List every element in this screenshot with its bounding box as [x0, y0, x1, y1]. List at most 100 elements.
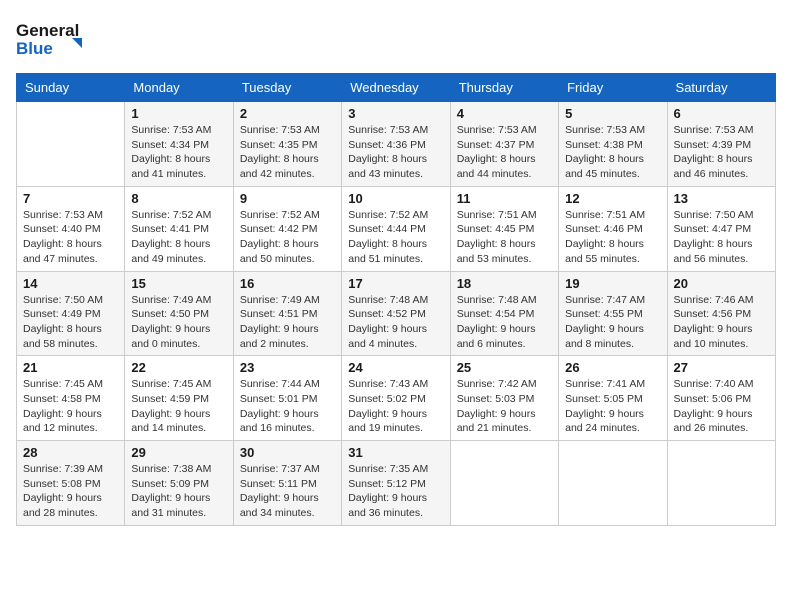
day-number: 15 — [131, 276, 226, 291]
day-detail: Sunrise: 7:53 AM Sunset: 4:35 PM Dayligh… — [240, 123, 335, 182]
day-detail: Sunrise: 7:38 AM Sunset: 5:09 PM Dayligh… — [131, 462, 226, 521]
day-cell: 19 Sunrise: 7:47 AM Sunset: 4:55 PM Dayli… — [559, 271, 667, 356]
day-number: 5 — [565, 106, 660, 121]
day-detail: Sunrise: 7:52 AM Sunset: 4:42 PM Dayligh… — [240, 208, 335, 267]
day-detail: Sunrise: 7:53 AM Sunset: 4:34 PM Dayligh… — [131, 123, 226, 182]
day-number: 21 — [23, 360, 118, 375]
day-number: 29 — [131, 445, 226, 460]
day-cell: 25 Sunrise: 7:42 AM Sunset: 5:03 PM Dayli… — [450, 356, 558, 441]
day-cell: 23 Sunrise: 7:44 AM Sunset: 5:01 PM Dayli… — [233, 356, 341, 441]
day-cell: 2 Sunrise: 7:53 AM Sunset: 4:35 PM Daylig… — [233, 102, 341, 187]
day-number: 8 — [131, 191, 226, 206]
column-header-friday: Friday — [559, 74, 667, 102]
day-number: 2 — [240, 106, 335, 121]
day-detail: Sunrise: 7:45 AM Sunset: 4:59 PM Dayligh… — [131, 377, 226, 436]
week-row-4: 21 Sunrise: 7:45 AM Sunset: 4:58 PM Dayli… — [17, 356, 776, 441]
day-cell — [17, 102, 125, 187]
day-cell: 29 Sunrise: 7:38 AM Sunset: 5:09 PM Dayli… — [125, 441, 233, 526]
day-cell: 16Sunrise: 7:49 AM Sunset: 4:51 PM Dayli… — [233, 271, 341, 356]
day-number: 13 — [674, 191, 769, 206]
column-header-sunday: Sunday — [17, 74, 125, 102]
day-cell: 30Sunrise: 7:37 AM Sunset: 5:11 PM Dayli… — [233, 441, 341, 526]
day-number: 23 — [240, 360, 335, 375]
day-number: 7 — [23, 191, 118, 206]
day-cell — [559, 441, 667, 526]
day-cell: 31 Sunrise: 7:35 AM Sunset: 5:12 PM Dayli… — [342, 441, 450, 526]
day-detail: Sunrise: 7:45 AM Sunset: 4:58 PM Dayligh… — [23, 377, 118, 436]
day-cell: 21 Sunrise: 7:45 AM Sunset: 4:58 PM Dayli… — [17, 356, 125, 441]
day-cell: 9 Sunrise: 7:52 AM Sunset: 4:42 PM Daylig… — [233, 186, 341, 271]
day-detail: Sunrise: 7:53 AM Sunset: 4:40 PM Dayligh… — [23, 208, 118, 267]
day-cell: 3Sunrise: 7:53 AM Sunset: 4:36 PM Daylig… — [342, 102, 450, 187]
day-detail: Sunrise: 7:48 AM Sunset: 4:52 PM Dayligh… — [348, 293, 443, 352]
page-header: GeneralBlue — [16, 16, 776, 61]
day-cell: 8 Sunrise: 7:52 AM Sunset: 4:41 PM Daylig… — [125, 186, 233, 271]
day-number: 26 — [565, 360, 660, 375]
day-number: 27 — [674, 360, 769, 375]
day-detail: Sunrise: 7:52 AM Sunset: 4:41 PM Dayligh… — [131, 208, 226, 267]
day-detail: Sunrise: 7:46 AM Sunset: 4:56 PM Dayligh… — [674, 293, 769, 352]
day-cell: 15 Sunrise: 7:49 AM Sunset: 4:50 PM Dayli… — [125, 271, 233, 356]
day-detail: Sunrise: 7:48 AM Sunset: 4:54 PM Dayligh… — [457, 293, 552, 352]
day-number: 16 — [240, 276, 335, 291]
day-detail: Sunrise: 7:35 AM Sunset: 5:12 PM Dayligh… — [348, 462, 443, 521]
day-cell — [450, 441, 558, 526]
column-header-monday: Monday — [125, 74, 233, 102]
day-number: 9 — [240, 191, 335, 206]
day-cell: 7 Sunrise: 7:53 AM Sunset: 4:40 PM Daylig… — [17, 186, 125, 271]
day-number: 25 — [457, 360, 552, 375]
day-number: 11 — [457, 191, 552, 206]
day-detail: Sunrise: 7:41 AM Sunset: 5:05 PM Dayligh… — [565, 377, 660, 436]
day-cell: 14Sunrise: 7:50 AM Sunset: 4:49 PM Dayli… — [17, 271, 125, 356]
day-detail: Sunrise: 7:42 AM Sunset: 5:03 PM Dayligh… — [457, 377, 552, 436]
day-cell: 11 Sunrise: 7:51 AM Sunset: 4:45 PM Dayli… — [450, 186, 558, 271]
day-cell: 26 Sunrise: 7:41 AM Sunset: 5:05 PM Dayli… — [559, 356, 667, 441]
header-row: SundayMondayTuesdayWednesdayThursdayFrid… — [17, 74, 776, 102]
day-detail: Sunrise: 7:53 AM Sunset: 4:37 PM Dayligh… — [457, 123, 552, 182]
column-header-wednesday: Wednesday — [342, 74, 450, 102]
day-detail: Sunrise: 7:44 AM Sunset: 5:01 PM Dayligh… — [240, 377, 335, 436]
day-cell: 6 Sunrise: 7:53 AM Sunset: 4:39 PM Daylig… — [667, 102, 775, 187]
day-cell: 22Sunrise: 7:45 AM Sunset: 4:59 PM Dayli… — [125, 356, 233, 441]
day-cell: 12Sunrise: 7:51 AM Sunset: 4:46 PM Dayli… — [559, 186, 667, 271]
day-number: 6 — [674, 106, 769, 121]
column-header-thursday: Thursday — [450, 74, 558, 102]
day-number: 20 — [674, 276, 769, 291]
day-cell: 5 Sunrise: 7:53 AM Sunset: 4:38 PM Daylig… — [559, 102, 667, 187]
day-detail: Sunrise: 7:53 AM Sunset: 4:38 PM Dayligh… — [565, 123, 660, 182]
day-detail: Sunrise: 7:43 AM Sunset: 5:02 PM Dayligh… — [348, 377, 443, 436]
day-cell: 24 Sunrise: 7:43 AM Sunset: 5:02 PM Dayli… — [342, 356, 450, 441]
day-cell: 4 Sunrise: 7:53 AM Sunset: 4:37 PM Daylig… — [450, 102, 558, 187]
svg-text:General: General — [16, 21, 79, 40]
day-number: 30 — [240, 445, 335, 460]
svg-text:Blue: Blue — [16, 39, 53, 58]
day-number: 12 — [565, 191, 660, 206]
day-number: 24 — [348, 360, 443, 375]
day-detail: Sunrise: 7:51 AM Sunset: 4:45 PM Dayligh… — [457, 208, 552, 267]
week-row-2: 7 Sunrise: 7:53 AM Sunset: 4:40 PM Daylig… — [17, 186, 776, 271]
day-cell: 13 Sunrise: 7:50 AM Sunset: 4:47 PM Dayli… — [667, 186, 775, 271]
day-detail: Sunrise: 7:49 AM Sunset: 4:50 PM Dayligh… — [131, 293, 226, 352]
logo: GeneralBlue — [16, 16, 96, 61]
day-detail: Sunrise: 7:53 AM Sunset: 4:36 PM Dayligh… — [348, 123, 443, 182]
day-cell: 10 Sunrise: 7:52 AM Sunset: 4:44 PM Dayli… — [342, 186, 450, 271]
day-number: 4 — [457, 106, 552, 121]
day-cell: 1Sunrise: 7:53 AM Sunset: 4:34 PM Daylig… — [125, 102, 233, 187]
day-cell: 20 Sunrise: 7:46 AM Sunset: 4:56 PM Dayli… — [667, 271, 775, 356]
day-number: 31 — [348, 445, 443, 460]
calendar-table: SundayMondayTuesdayWednesdayThursdayFrid… — [16, 73, 776, 526]
column-header-tuesday: Tuesday — [233, 74, 341, 102]
day-detail: Sunrise: 7:52 AM Sunset: 4:44 PM Dayligh… — [348, 208, 443, 267]
day-cell: 17Sunrise: 7:48 AM Sunset: 4:52 PM Dayli… — [342, 271, 450, 356]
day-cell — [667, 441, 775, 526]
week-row-3: 14Sunrise: 7:50 AM Sunset: 4:49 PM Dayli… — [17, 271, 776, 356]
day-detail: Sunrise: 7:50 AM Sunset: 4:47 PM Dayligh… — [674, 208, 769, 267]
day-number: 28 — [23, 445, 118, 460]
day-detail: Sunrise: 7:47 AM Sunset: 4:55 PM Dayligh… — [565, 293, 660, 352]
day-number: 18 — [457, 276, 552, 291]
day-detail: Sunrise: 7:53 AM Sunset: 4:39 PM Dayligh… — [674, 123, 769, 182]
day-cell: 27 Sunrise: 7:40 AM Sunset: 5:06 PM Dayli… — [667, 356, 775, 441]
day-number: 19 — [565, 276, 660, 291]
day-number: 10 — [348, 191, 443, 206]
day-detail: Sunrise: 7:40 AM Sunset: 5:06 PM Dayligh… — [674, 377, 769, 436]
